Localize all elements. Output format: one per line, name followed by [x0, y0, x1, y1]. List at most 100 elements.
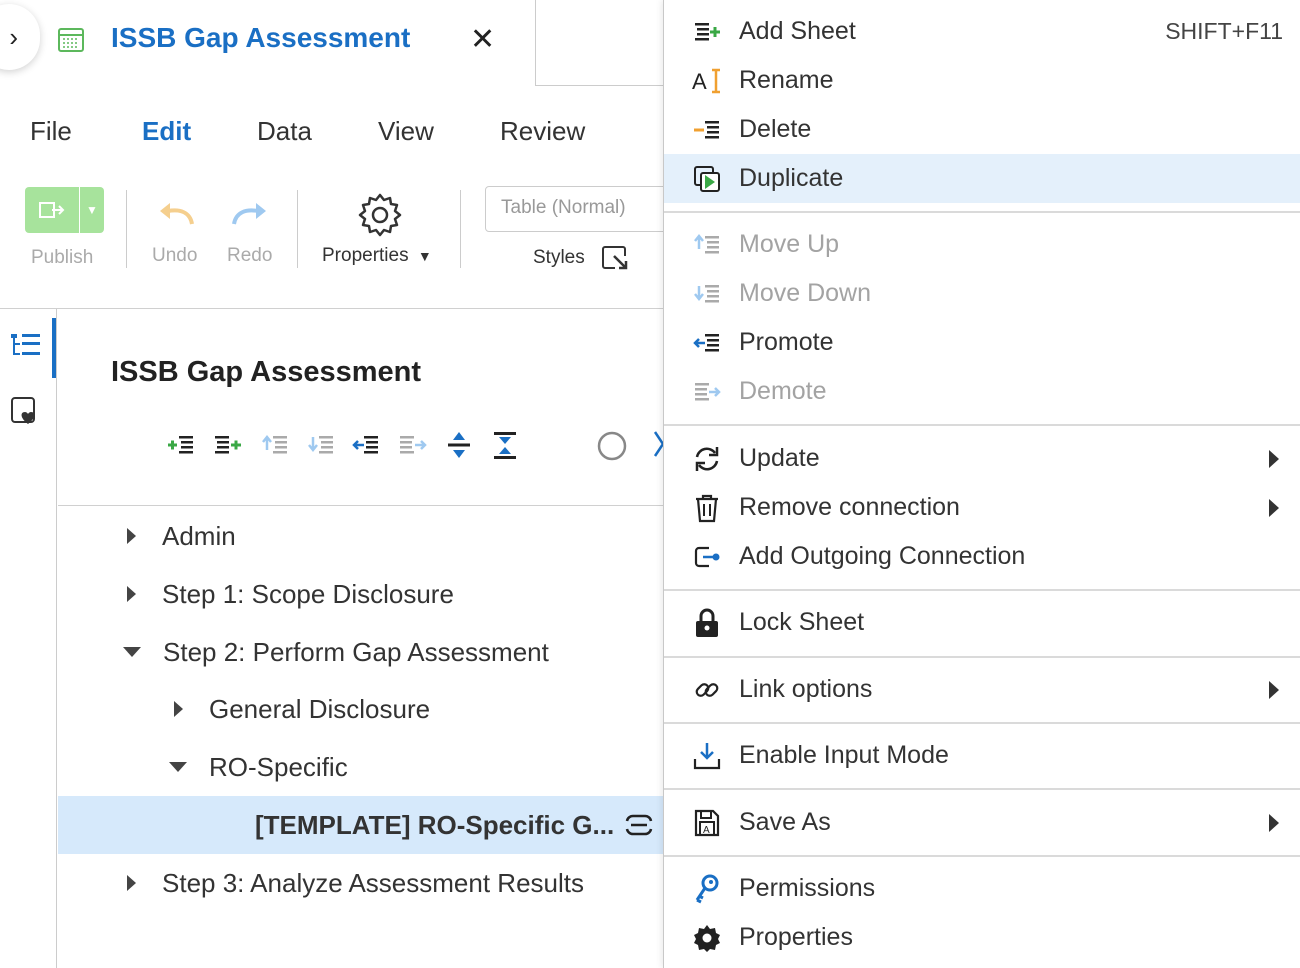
menu-item-properties[interactable]: Properties [664, 913, 1300, 962]
menu-item-label: Promote [739, 328, 834, 356]
menu-item-move-down[interactable]: Move Down [664, 269, 1300, 318]
tree-item-label: Step 3: Analyze Assessment Results [162, 867, 584, 898]
publish-dropdown-icon[interactable]: ▼ [79, 187, 104, 233]
tree-item-step2[interactable]: Step 2: Perform Gap Assessment [0, 623, 663, 681]
close-document-button[interactable]: ✕ [470, 22, 495, 57]
demote-icon[interactable] [398, 432, 428, 458]
caret-down-icon[interactable] [169, 762, 187, 772]
menu-review[interactable]: Review [500, 116, 585, 147]
properties-dropdown[interactable]: Properties ▼ [322, 245, 432, 267]
collapse-all-icon[interactable] [492, 430, 518, 460]
menu-item-label: Rename [739, 66, 834, 94]
menu-item-label: Delete [739, 115, 812, 143]
style-select[interactable]: Table (Normal) [485, 186, 675, 232]
circle-toggle-icon[interactable] [596, 430, 628, 462]
menu-separator [664, 656, 1300, 658]
style-select-value: Table (Normal) [501, 197, 626, 218]
menu-item-label: Lock Sheet [739, 608, 865, 636]
undo-label: Undo [152, 245, 198, 266]
menu-item-promote[interactable]: Promote [664, 318, 1300, 367]
promote-icon[interactable] [352, 432, 382, 458]
submenu-arrow-icon [1269, 680, 1279, 699]
document-title: ISSB Gap Assessment [111, 22, 411, 53]
filter-icon[interactable] [653, 430, 663, 458]
tree-item-label: Step 1: Scope Disclosure [162, 578, 454, 609]
menu-item-update[interactable]: Update [664, 434, 1300, 483]
tree-item-step3[interactable]: Step 3: Analyze Assessment Results [0, 854, 663, 912]
undo-icon[interactable] [156, 200, 198, 230]
caret-right-icon[interactable] [127, 586, 136, 602]
menu-item-lock-sheet[interactable]: Lock Sheet [664, 598, 1300, 647]
input-mode-icon [692, 741, 722, 771]
menu-item-remove-connection[interactable]: Remove connection [664, 483, 1300, 532]
caret-right-icon[interactable] [127, 875, 136, 891]
duplicate-icon [692, 164, 722, 194]
menu-item-enable-input-mode[interactable]: Enable Input Mode [664, 731, 1300, 780]
caret-right-icon[interactable] [127, 528, 136, 544]
expand-panel-button[interactable]: › [0, 4, 40, 70]
styles-launcher-icon[interactable] [601, 244, 629, 272]
toolbar-divider [126, 190, 127, 268]
menu-item-label: Add Sheet [739, 17, 856, 45]
favorites-icon[interactable] [10, 396, 42, 428]
tree-item-label: General Disclosure [209, 693, 431, 724]
menu-separator [664, 589, 1300, 591]
menu-item-label: Enable Input Mode [739, 741, 949, 769]
link-icon [692, 675, 722, 705]
menu-item-delete[interactable]: Delete [664, 105, 1300, 154]
menu-item-link-options[interactable]: Link options [664, 665, 1300, 714]
shortcut-label: SHIFT+F11 [1165, 18, 1283, 44]
spreadsheet-icon [58, 28, 84, 52]
menu-item-label: Move Down [739, 279, 871, 307]
redo-icon[interactable] [228, 200, 270, 230]
menu-data[interactable]: Data [257, 116, 312, 147]
properties-label: Properties [322, 245, 409, 266]
menu-item-add-outgoing-connection[interactable]: Add Outgoing Connection [664, 532, 1300, 581]
menu-edit[interactable]: Edit [142, 116, 191, 147]
menu-item-label: Duplicate [739, 164, 844, 192]
menu-item-save-as[interactable]: A Save As [664, 798, 1300, 847]
gear-icon [692, 923, 722, 953]
caret-down-icon[interactable] [123, 647, 141, 657]
menu-view[interactable]: View [378, 116, 434, 147]
panel-title: ISSB Gap Assessment [111, 356, 421, 388]
menu-item-label: Demote [739, 377, 827, 405]
move-up-icon [692, 230, 722, 260]
toolbar-bottom-border [0, 308, 663, 309]
expand-all-icon[interactable] [446, 430, 472, 460]
outline-tree-icon[interactable] [10, 332, 42, 362]
submenu-arrow-icon [1269, 498, 1279, 517]
tree-item-step1[interactable]: Step 1: Scope Disclosure [0, 565, 663, 623]
move-up-icon[interactable] [261, 432, 291, 458]
tree-item-ro-specific[interactable]: RO-Specific [0, 738, 663, 796]
menu-item-add-sheet[interactable]: Add Sheet SHIFT+F11 [664, 7, 1300, 56]
tree-item-general-disclosure[interactable]: General Disclosure [0, 680, 663, 738]
menu-item-label: Properties [739, 923, 853, 951]
menu-item-duplicate[interactable]: Duplicate [664, 154, 1300, 203]
gear-icon[interactable] [357, 192, 403, 238]
tree-item-admin[interactable]: Admin [0, 507, 663, 565]
promote-icon [692, 328, 722, 358]
menu-item-demote[interactable]: Demote [664, 367, 1300, 416]
delete-sheet-icon [692, 115, 722, 145]
connection-icon [625, 814, 653, 836]
tree-item-template-selected[interactable]: [TEMPLATE] RO-Specific G... [58, 796, 663, 854]
context-menu: Add Sheet SHIFT+F11 A Rename Delete Dupl… [663, 0, 1300, 968]
toolbar-divider [460, 190, 461, 268]
caret-right-icon[interactable] [174, 701, 183, 717]
menu-item-permissions[interactable]: Permissions [664, 864, 1300, 913]
menu-item-move-up[interactable]: Move Up [664, 220, 1300, 269]
menu-item-label: Move Up [739, 230, 840, 258]
add-child-sheet-icon[interactable] [213, 432, 243, 458]
menu-separator [664, 855, 1300, 857]
add-sheet-icon[interactable] [167, 432, 197, 458]
tree-top-border [58, 505, 663, 506]
menu-file[interactable]: File [30, 116, 72, 147]
publish-button[interactable]: ▼ [25, 187, 104, 233]
styles-label: Styles [533, 247, 585, 268]
publish-icon [25, 187, 79, 233]
menu-item-rename[interactable]: A Rename [664, 56, 1300, 105]
submenu-arrow-icon [1269, 449, 1279, 468]
move-down-icon[interactable] [307, 432, 337, 458]
outgoing-connection-icon [692, 542, 722, 572]
